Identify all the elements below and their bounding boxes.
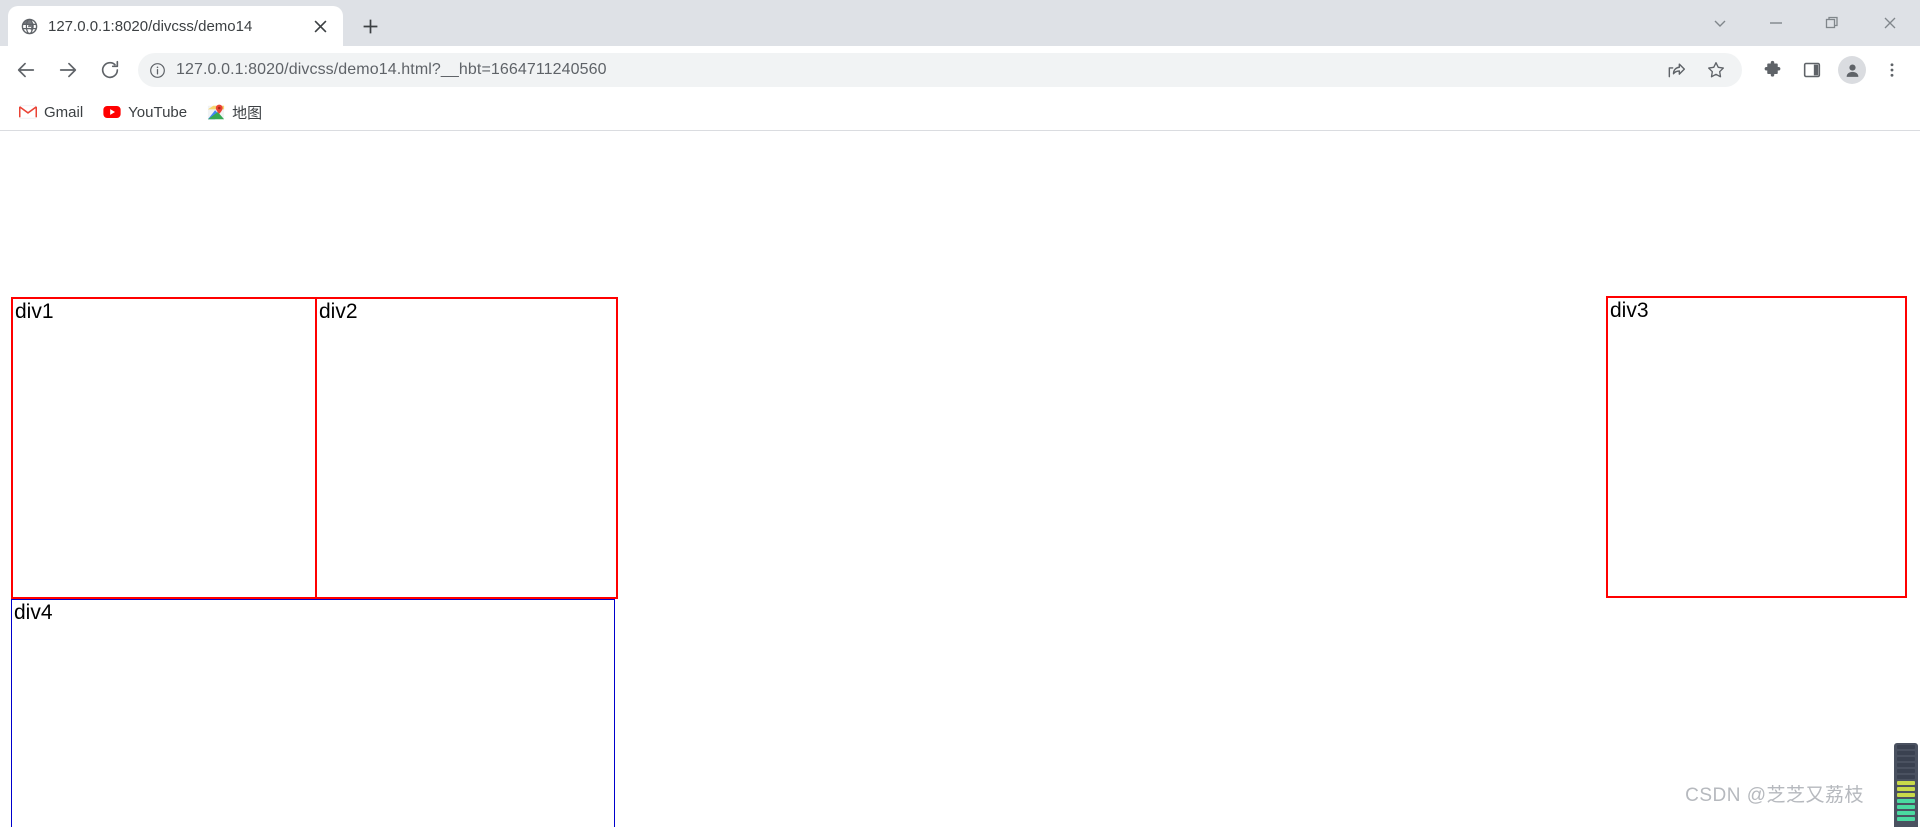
- page-viewport: div1 div2 div3 div4 CSDN @芝芝又荔枝: [0, 131, 1920, 827]
- three-dot-menu-icon[interactable]: [1872, 50, 1912, 90]
- box-label: div2: [319, 300, 358, 323]
- page-box-div3: div3: [1606, 296, 1907, 598]
- box-label: div4: [14, 601, 53, 624]
- omnibox-actions: [1656, 50, 1736, 90]
- close-window-button[interactable]: [1860, 0, 1920, 46]
- box-label: div1: [15, 300, 54, 323]
- page-box-div2: div2: [315, 297, 618, 599]
- page-box-div4: div4: [11, 599, 615, 827]
- minimize-button[interactable]: [1748, 0, 1804, 46]
- share-icon[interactable]: [1656, 50, 1696, 90]
- google-maps-icon: [207, 103, 225, 121]
- bookmark-youtube[interactable]: YouTube: [94, 98, 196, 126]
- address-bar[interactable]: 127.0.0.1:8020/divcss/demo14.html?__hbt=…: [138, 53, 1742, 87]
- toolbar-end: [1752, 50, 1912, 90]
- bookmark-maps[interactable]: 地图: [198, 97, 271, 128]
- bookmark-gmail[interactable]: Gmail: [10, 98, 92, 126]
- bookmark-label: YouTube: [128, 103, 188, 121]
- bookmark-label: Gmail: [44, 103, 84, 121]
- forward-button[interactable]: [48, 50, 88, 90]
- url-text[interactable]: 127.0.0.1:8020/divcss/demo14.html?__hbt=…: [172, 61, 1656, 79]
- tab-search-button[interactable]: [1692, 0, 1748, 46]
- window-controls: [1692, 0, 1920, 46]
- info-circle-icon[interactable]: [142, 55, 172, 85]
- page-box-div1: div1: [11, 297, 317, 599]
- bookmark-label: 地图: [232, 104, 263, 122]
- tab-title: 127.0.0.1:8020/divcss/demo14: [48, 17, 253, 35]
- tab-strip: 127.0.0.1:8020/divcss/demo14: [0, 0, 1920, 46]
- reload-button[interactable]: [90, 50, 130, 90]
- box-label: div3: [1610, 299, 1649, 322]
- globe-icon: [20, 17, 38, 35]
- maximize-button[interactable]: [1804, 0, 1860, 46]
- close-tab-icon[interactable]: [309, 15, 331, 37]
- browser-window: 127.0.0.1:8020/divcss/demo14 127.0.0.1:8…: [0, 0, 1920, 827]
- browser-tab[interactable]: 127.0.0.1:8020/divcss/demo14: [8, 6, 343, 46]
- gmail-icon: [19, 103, 37, 121]
- new-tab-button[interactable]: [353, 9, 387, 43]
- avatar-icon: [1838, 56, 1866, 84]
- back-button[interactable]: [6, 50, 46, 90]
- star-icon[interactable]: [1696, 50, 1736, 90]
- bookmarks-bar: Gmail YouTube 地图: [0, 94, 1920, 131]
- led-meter-graphic: [1894, 743, 1918, 827]
- puzzle-icon[interactable]: [1752, 50, 1792, 90]
- youtube-icon: [103, 103, 121, 121]
- avatar[interactable]: [1832, 50, 1872, 90]
- watermark: CSDN @芝芝又荔枝: [1685, 785, 1864, 806]
- navigation-toolbar: 127.0.0.1:8020/divcss/demo14.html?__hbt=…: [0, 46, 1920, 94]
- side-panel-icon[interactable]: [1792, 50, 1832, 90]
